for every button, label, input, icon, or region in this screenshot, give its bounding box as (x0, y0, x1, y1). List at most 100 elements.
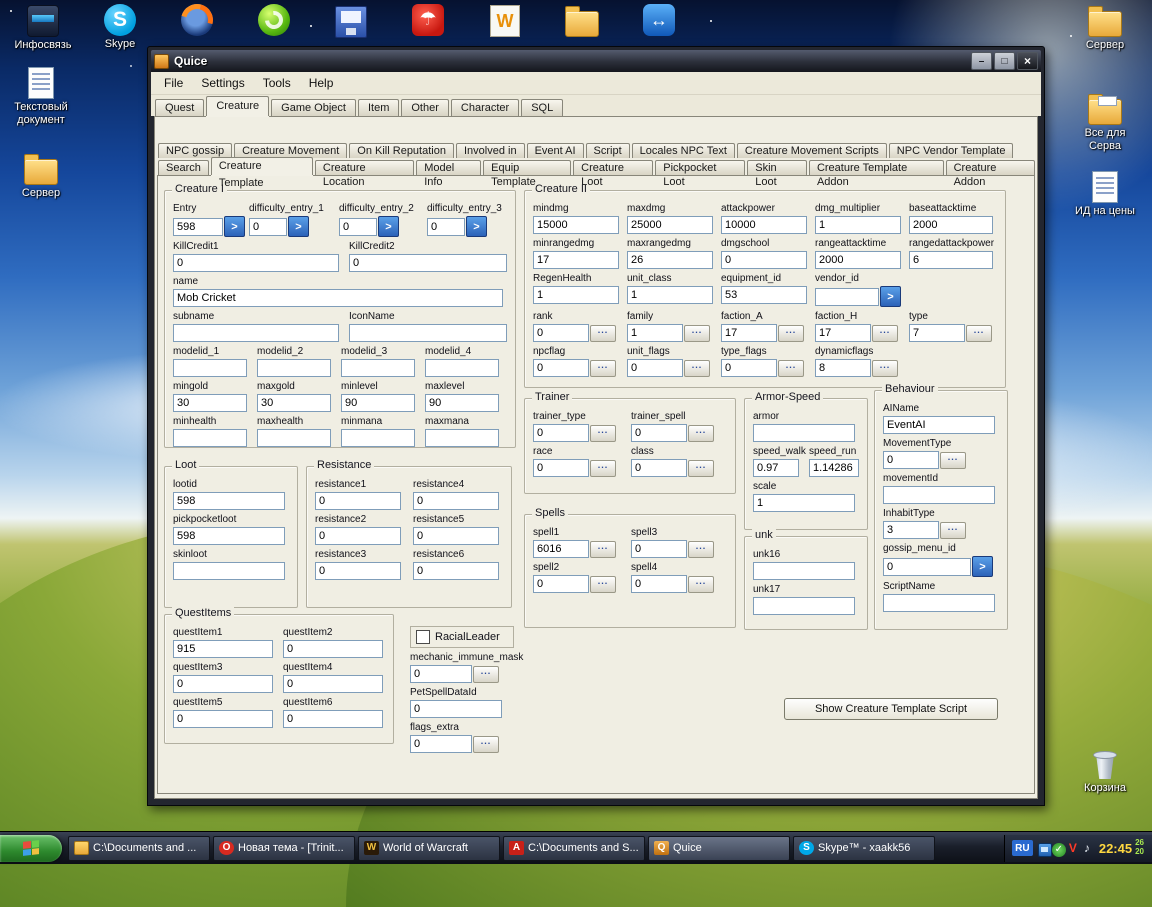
unit-flags-browse-button[interactable] (684, 359, 710, 377)
desktop-icon-skype[interactable]: Skype (83, 4, 157, 51)
spell1-input[interactable] (533, 540, 589, 558)
resistance1-input[interactable] (315, 492, 401, 510)
type-input[interactable] (909, 324, 965, 342)
desktop-icon-docs[interactable] (314, 4, 388, 40)
resistance4-input[interactable] (413, 492, 499, 510)
menu-settings[interactable]: Settings (192, 74, 253, 92)
spell2-browse-button[interactable] (590, 575, 616, 593)
maximize-button[interactable] (994, 52, 1015, 70)
desktop-icon-teamviewer[interactable] (622, 4, 696, 38)
taskbar-task-c-documents-and[interactable]: C:\Documents and ... (68, 835, 210, 861)
vendor-id-input[interactable] (815, 287, 879, 306)
petspelldataid-input[interactable] (410, 700, 502, 718)
killcredit1-input[interactable] (173, 254, 339, 272)
pickpocketloot-input[interactable] (173, 527, 285, 545)
movementtype-browse-button[interactable] (940, 451, 966, 469)
dynamicflags-browse-button[interactable] (872, 359, 898, 377)
mindmg-input[interactable] (533, 216, 619, 234)
unk16-input[interactable] (753, 562, 855, 580)
subtab-event-ai[interactable]: Event AI (526, 143, 584, 158)
subtab-creature-template-addon[interactable]: Creature Template Addon (808, 160, 944, 188)
minimize-button[interactable] (971, 52, 992, 70)
entry-input[interactable] (173, 217, 223, 236)
modelid-1-input[interactable] (173, 359, 247, 377)
subtab-script[interactable]: Script (585, 143, 630, 158)
spell4-browse-button[interactable] (688, 575, 714, 593)
desktop-icon-folder[interactable] (545, 4, 619, 39)
spell4-input[interactable] (631, 575, 687, 593)
minrangedmg-input[interactable] (533, 251, 619, 269)
racial-leader-checkbox[interactable] (416, 630, 430, 644)
desktop-icon-folder[interactable]: Сервер (4, 152, 78, 200)
taskbar-task-trinit[interactable]: O Новая тема - [Trinit... (213, 835, 355, 861)
modelid-3-input[interactable] (341, 359, 415, 377)
class-input[interactable] (631, 459, 687, 477)
language-indicator[interactable]: RU (1011, 840, 1033, 856)
tab-sql[interactable]: SQL (521, 99, 564, 116)
show-creature-template-script-button[interactable]: Show Creature Template Script (784, 698, 998, 720)
mechanic-immune-mask-browse-button[interactable] (473, 665, 499, 683)
maxdmg-input[interactable] (627, 216, 713, 234)
subtab-creature-movement-scripts[interactable]: Creature Movement Scripts (736, 143, 887, 158)
mechanic-immune-mask-input[interactable] (410, 665, 472, 683)
difficulty-entry-3-input[interactable] (427, 217, 465, 236)
tab-quest[interactable]: Quest (155, 99, 205, 116)
difficulty-entry-3-lookup-button[interactable] (466, 216, 487, 237)
menu-tools[interactable]: Tools (254, 74, 300, 92)
minlevel-input[interactable] (341, 394, 415, 412)
taskbar-task-skype-xaakk56[interactable]: S Skype™ - xaakk56 (793, 835, 935, 861)
rangeattacktime-input[interactable] (815, 251, 901, 269)
menu-file[interactable]: File (155, 74, 192, 92)
resistance5-input[interactable] (413, 527, 499, 545)
rank-browse-button[interactable] (590, 324, 616, 342)
family-input[interactable] (627, 324, 683, 342)
iconname-input[interactable] (349, 324, 507, 342)
type-flags-input[interactable] (721, 359, 777, 377)
gossip-menu-id-input[interactable] (883, 557, 971, 576)
spell2-input[interactable] (533, 575, 589, 593)
green-shield-icon[interactable]: ✓ (1051, 842, 1066, 857)
subtab-equip-template[interactable]: Equip Template (483, 160, 572, 188)
resistance6-input[interactable] (413, 562, 499, 580)
trainer-type-browse-button[interactable] (590, 424, 616, 442)
subtab-npc-gossip[interactable]: NPC gossip (158, 143, 233, 158)
attackpower-input[interactable] (721, 216, 807, 234)
desktop-icon-textdoc[interactable]: ИД на цены (1068, 170, 1142, 218)
desktop-icon-folder[interactable]: Сервер (1068, 4, 1142, 52)
spell3-input[interactable] (631, 540, 687, 558)
vendor-id-lookup-button[interactable] (880, 286, 901, 307)
race-input[interactable] (533, 459, 589, 477)
tab-item[interactable]: Item (357, 99, 400, 116)
entry-lookup-button[interactable] (224, 216, 245, 237)
subtab-creature-addon[interactable]: Creature Addon (945, 160, 1035, 188)
subtab-involved-in[interactable]: Involved in (455, 143, 525, 158)
taskbar-task-quice[interactable]: Q Quice (648, 835, 790, 861)
questitem5-input[interactable] (173, 710, 273, 728)
desktop-icon-folderfull[interactable]: Все для Серва (1068, 92, 1142, 152)
desktop-icon-avira[interactable] (391, 4, 465, 38)
flags-extra-browse-button[interactable] (473, 735, 499, 753)
title-bar[interactable]: Quice (151, 50, 1041, 72)
inhabittype-input[interactable] (883, 521, 939, 539)
npcflag-input[interactable] (533, 359, 589, 377)
subtab-creature-loot[interactable]: Creature Loot (573, 160, 654, 188)
difficulty-entry-1-lookup-button[interactable] (288, 216, 309, 237)
modelid-2-input[interactable] (257, 359, 331, 377)
tab-game-object[interactable]: Game Object (271, 99, 356, 116)
type-browse-button[interactable] (966, 324, 992, 342)
volume-icon[interactable]: ♪ (1080, 841, 1094, 855)
desktop-icon-infosvyaz[interactable]: Инфосвязь (6, 4, 80, 52)
lootid-input[interactable] (173, 492, 285, 510)
desktop-icon-recycle[interactable]: Корзина (1068, 748, 1142, 795)
mingold-input[interactable] (173, 394, 247, 412)
faction-a-browse-button[interactable] (778, 324, 804, 342)
rank-input[interactable] (533, 324, 589, 342)
questitem3-input[interactable] (173, 675, 273, 693)
questitem1-input[interactable] (173, 640, 273, 658)
subtab-creature-template[interactable]: Creature Template (210, 157, 313, 189)
resistance3-input[interactable] (315, 562, 401, 580)
minhealth-input[interactable] (173, 429, 247, 447)
gossip-menu-id-lookup-button[interactable] (972, 556, 993, 577)
taskbar-task-c-documents-and-s[interactable]: A C:\Documents and S... (503, 835, 645, 861)
subtab-pickpocket-loot[interactable]: Pickpocket Loot (655, 160, 746, 188)
